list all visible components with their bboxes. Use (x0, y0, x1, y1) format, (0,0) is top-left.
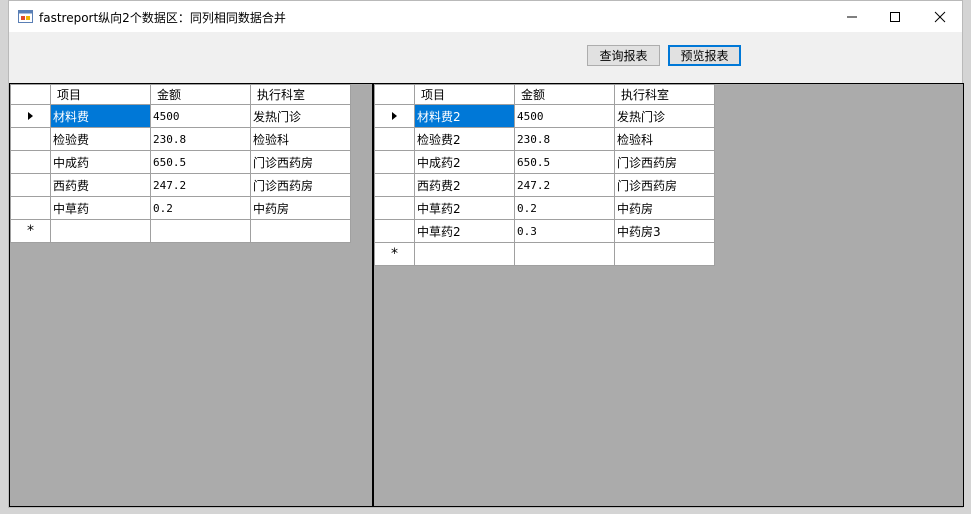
grid-cell-empty[interactable] (50, 219, 151, 243)
grid-cell[interactable]: 230.8 (514, 127, 615, 151)
row-header[interactable] (374, 150, 415, 174)
new-row-star-icon: * (27, 223, 34, 239)
grid-cell[interactable]: 中成药 (50, 150, 151, 174)
new-row[interactable]: * (374, 242, 715, 266)
row-header[interactable] (10, 150, 51, 174)
grid-cell-empty[interactable] (614, 242, 715, 266)
row-header[interactable] (10, 173, 51, 197)
table-row[interactable]: 中成药2 650.5 门诊西药房 (374, 150, 715, 174)
table-row[interactable]: 中草药2 0.3 中药房3 (374, 219, 715, 243)
grid-cell[interactable]: 检验科 (250, 127, 351, 151)
table-row[interactable]: 检验费2 230.8 检验科 (374, 127, 715, 151)
grid-cell[interactable]: 中药房 (614, 196, 715, 220)
right-col-header-amount[interactable]: 金额 (514, 84, 615, 105)
grid-cell[interactable]: 门诊西药房 (614, 173, 715, 197)
grid-cell[interactable]: 650.5 (514, 150, 615, 174)
toolbar: 查询报表 预览报表 (9, 32, 962, 83)
grid-cell[interactable]: 材料费2 (414, 104, 515, 128)
new-row-star-icon: * (391, 246, 398, 262)
right-data-grid[interactable]: 项目 金额 执行科室 材料费2 4500 发热门诊 检验费2 230.8 检验科 (373, 83, 964, 507)
left-col-header-item[interactable]: 项目 (50, 84, 151, 105)
left-col-header-amount[interactable]: 金额 (150, 84, 251, 105)
right-grid-header-row: 项目 金额 执行科室 (374, 84, 715, 105)
grid-cell[interactable]: 材料费 (50, 104, 151, 128)
grid-cell[interactable]: 247.2 (514, 173, 615, 197)
grid-cell[interactable]: 中草药 (50, 196, 151, 220)
minimize-button[interactable] (829, 1, 875, 32)
preview-report-button[interactable]: 预览报表 (668, 45, 741, 66)
grid-cell[interactable]: 检验科 (614, 127, 715, 151)
row-header[interactable] (374, 196, 415, 220)
right-col-header-dept[interactable]: 执行科室 (614, 84, 715, 105)
new-row-header[interactable]: * (374, 242, 415, 266)
maximize-icon (890, 11, 900, 22)
grid-cell[interactable]: 西药费 (50, 173, 151, 197)
grid-cell[interactable]: 650.5 (150, 150, 251, 174)
right-grid-table: 项目 金额 执行科室 材料费2 4500 发热门诊 检验费2 230.8 检验科 (374, 84, 715, 266)
row-header-current[interactable] (10, 104, 51, 128)
app-icon (18, 10, 33, 23)
row-header[interactable] (10, 196, 51, 220)
row-header[interactable] (374, 127, 415, 151)
table-row[interactable]: 西药费 247.2 门诊西药房 (10, 173, 351, 197)
query-report-button[interactable]: 查询报表 (587, 45, 660, 66)
grid-cell[interactable]: 门诊西药房 (250, 150, 351, 174)
current-row-arrow-icon (392, 112, 397, 120)
table-row[interactable]: 中成药 650.5 门诊西药房 (10, 150, 351, 174)
main-window: fastreport纵向2个数据区：同列相同数据合并 查询报表 预览报表 项目 (8, 0, 964, 508)
grid-cell[interactable]: 中成药2 (414, 150, 515, 174)
grid-cell[interactable]: 检验费 (50, 127, 151, 151)
current-row-arrow-icon (28, 112, 33, 120)
grid-cell-empty[interactable] (514, 242, 615, 266)
left-col-header-dept[interactable]: 执行科室 (250, 84, 351, 105)
grid-cell[interactable]: 0.2 (150, 196, 251, 220)
grid-cell-empty[interactable] (250, 219, 351, 243)
maximize-button[interactable] (872, 1, 918, 32)
left-data-grid[interactable]: 项目 金额 执行科室 材料费 4500 发热门诊 检验费 230.8 检验科 中… (9, 83, 373, 507)
grid-cell[interactable]: 西药费2 (414, 173, 515, 197)
grid-cell[interactable]: 中草药2 (414, 196, 515, 220)
grid-cell[interactable]: 发热门诊 (614, 104, 715, 128)
left-grid-table: 项目 金额 执行科室 材料费 4500 发热门诊 检验费 230.8 检验科 中… (10, 84, 351, 243)
grid-cell[interactable]: 检验费2 (414, 127, 515, 151)
right-grid-corner-cell[interactable] (374, 84, 415, 105)
grid-cell[interactable]: 4500 (514, 104, 615, 128)
grid-cell[interactable]: 0.2 (514, 196, 615, 220)
grid-cell[interactable]: 中草药2 (414, 219, 515, 243)
row-header-current[interactable] (374, 104, 415, 128)
table-row[interactable]: 材料费2 4500 发热门诊 (374, 104, 715, 128)
left-grid-corner-cell[interactable] (10, 84, 51, 105)
grid-cell-empty[interactable] (414, 242, 515, 266)
minimize-icon (847, 16, 857, 17)
table-row[interactable]: 检验费 230.8 检验科 (10, 127, 351, 151)
new-row-header[interactable]: * (10, 219, 51, 243)
left-grid-header-row: 项目 金额 执行科室 (10, 84, 351, 105)
row-header[interactable] (374, 219, 415, 243)
grid-cell[interactable]: 门诊西药房 (614, 150, 715, 174)
right-col-header-item[interactable]: 项目 (414, 84, 515, 105)
title-bar: fastreport纵向2个数据区：同列相同数据合并 (9, 1, 962, 32)
new-row[interactable]: * (10, 219, 351, 243)
grid-cell[interactable]: 230.8 (150, 127, 251, 151)
window-title: fastreport纵向2个数据区：同列相同数据合并 (39, 11, 286, 25)
table-row[interactable]: 中草药2 0.2 中药房 (374, 196, 715, 220)
grid-cell[interactable]: 0.3 (514, 219, 615, 243)
grid-cell[interactable]: 4500 (150, 104, 251, 128)
grid-cell[interactable]: 中药房3 (614, 219, 715, 243)
row-header[interactable] (10, 127, 51, 151)
table-row[interactable]: 中草药 0.2 中药房 (10, 196, 351, 220)
grid-cell[interactable]: 247.2 (150, 173, 251, 197)
grid-cell-empty[interactable] (150, 219, 251, 243)
row-header[interactable] (374, 173, 415, 197)
grid-cell[interactable]: 门诊西药房 (250, 173, 351, 197)
close-icon (934, 11, 946, 22)
grid-cell[interactable]: 中药房 (250, 196, 351, 220)
table-row[interactable]: 西药费2 247.2 门诊西药房 (374, 173, 715, 197)
close-button[interactable] (917, 1, 963, 32)
table-row[interactable]: 材料费 4500 发热门诊 (10, 104, 351, 128)
grid-cell[interactable]: 发热门诊 (250, 104, 351, 128)
